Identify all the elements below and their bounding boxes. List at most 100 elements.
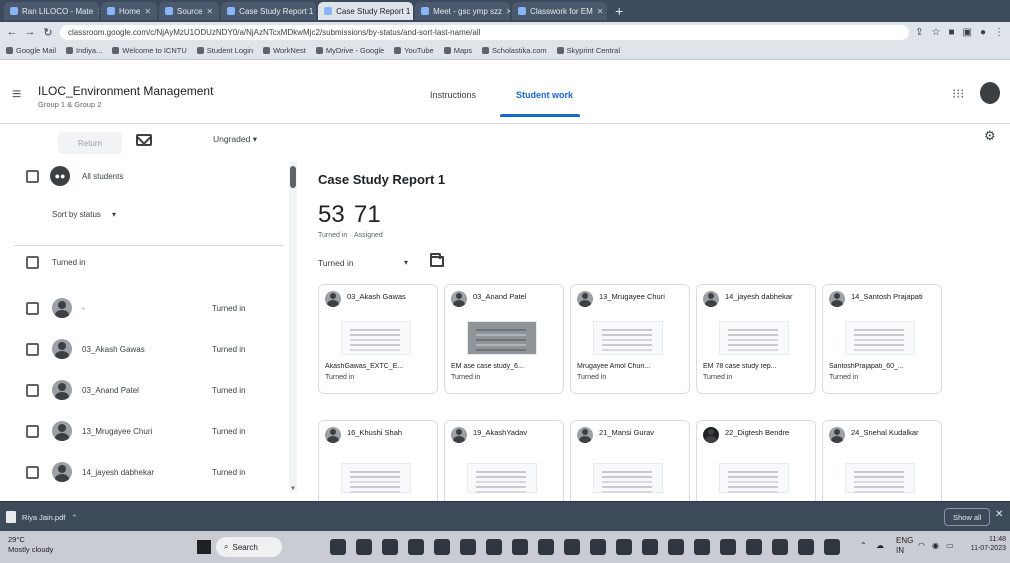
taskbar-app-icon[interactable] (382, 539, 398, 555)
submission-card[interactable]: 16_Khushi Shah (318, 420, 438, 510)
close-icon[interactable]: ✕ (597, 7, 604, 16)
hamburger-menu-icon[interactable]: ≡ (12, 86, 21, 104)
folder-icon[interactable] (430, 253, 444, 267)
bookmark-item[interactable]: Welcome to ICNTU (112, 46, 187, 55)
file-thumbnail[interactable] (719, 321, 789, 355)
bookmark-item[interactable]: MyDrive - Google (315, 46, 384, 55)
taskbar-app-icon[interactable] (486, 539, 502, 555)
submission-card[interactable]: 03_Anand Patel EM ase case study_6... Tu… (444, 284, 564, 394)
profile-icon[interactable]: ● (980, 27, 986, 38)
taskbar-app-icon[interactable] (616, 539, 632, 555)
bookmark-item[interactable]: Skyprint Central (556, 46, 620, 55)
status-filter-dropdown[interactable]: Turned in (318, 258, 354, 268)
file-name[interactable]: AkashGawas_EXTC_E... (325, 363, 433, 370)
back-icon[interactable]: ← (6, 26, 18, 38)
student-checkbox[interactable] (26, 384, 39, 397)
windows-start-icon[interactable] (197, 540, 211, 554)
browser-tab[interactable]: Ran LILOCO - Mate✕ (4, 2, 99, 20)
dropdown-arrow-icon[interactable]: ▾ (404, 258, 408, 267)
submission-card[interactable]: 22_Digtesh Bendre (696, 420, 816, 510)
file-thumbnail[interactable] (467, 463, 537, 493)
sidepanel-icon[interactable]: ▣ (963, 27, 972, 38)
new-tab-icon[interactable]: + (609, 3, 629, 19)
taskbar-app-icon[interactable] (434, 539, 450, 555)
close-icon[interactable]: ✕ (506, 7, 510, 16)
file-name[interactable]: EM ase case study_6... (451, 363, 559, 370)
file-thumbnail[interactable] (341, 321, 411, 355)
bookmark-item[interactable]: Google Mail (6, 46, 56, 55)
file-thumbnail[interactable] (719, 463, 789, 493)
taskbar-app-icon[interactable] (746, 539, 762, 555)
file-name[interactable]: Mrugayee Amol Churi... (577, 363, 685, 370)
sort-dropdown[interactable]: Sort by status ▾ (52, 210, 116, 219)
taskbar-search[interactable]: ⌕ Search (216, 537, 282, 557)
google-apps-icon[interactable]: ⁝⁝⁝ (952, 86, 964, 102)
language-indicator[interactable]: ENG IN (896, 536, 913, 555)
browser-tab-active[interactable]: Case Study Report 1✕ (318, 2, 414, 20)
browser-tab[interactable]: Source ✕ (159, 2, 220, 20)
taskbar-app-icon[interactable] (408, 539, 424, 555)
file-name[interactable]: SantoshPrajapati_60_... (829, 363, 937, 370)
browser-tab[interactable]: Case Study Report 1✕ (221, 2, 317, 20)
file-name[interactable]: EM 78 case study rep... (703, 363, 811, 370)
select-all-checkbox[interactable] (26, 170, 39, 183)
email-icon[interactable] (136, 134, 152, 146)
file-thumbnail[interactable] (593, 463, 663, 493)
scroll-down-icon[interactable]: ▼ (290, 486, 296, 492)
bookmark-star-icon[interactable]: ☆ (931, 27, 940, 38)
taskbar-app-icon[interactable] (694, 539, 710, 555)
taskbar-app-icon[interactable] (798, 539, 814, 555)
file-thumbnail[interactable] (845, 321, 915, 355)
submission-card[interactable]: 19_AkashYadav (444, 420, 564, 510)
grade-filter-dropdown[interactable]: Ungraded ▾ (213, 134, 257, 145)
taskbar-app-icon[interactable] (512, 539, 528, 555)
battery-icon[interactable]: ▭ (946, 541, 954, 550)
scrollbar-track[interactable] (289, 162, 297, 492)
taskbar-app-icon[interactable] (824, 539, 840, 555)
close-icon[interactable]: ✕ (144, 7, 151, 16)
taskbar-app-icon[interactable] (720, 539, 736, 555)
bookmark-item[interactable]: Scholastika.com (482, 46, 547, 55)
submission-card[interactable]: 21_Mansi Gurav (570, 420, 690, 510)
browser-tab[interactable]: Meet - gsc ymp szz ✕ (415, 2, 511, 20)
student-checkbox[interactable] (26, 425, 39, 438)
taskbar-app-icon[interactable] (668, 539, 684, 555)
taskbar-app-icon[interactable] (590, 539, 606, 555)
student-checkbox[interactable] (26, 302, 39, 315)
bookmark-item[interactable]: Indiya... (66, 46, 102, 55)
close-icon[interactable]: ✕ (206, 7, 213, 16)
onedrive-icon[interactable]: ☁ (876, 541, 884, 550)
forward-icon[interactable]: → (24, 26, 36, 38)
taskbar-app-icon[interactable] (772, 539, 788, 555)
share-icon[interactable]: ⇪ (915, 27, 923, 38)
file-thumbnail[interactable] (467, 321, 537, 355)
weather-widget[interactable]: 29°C Mostly cloudy (8, 535, 53, 555)
url-input[interactable]: classroom.google.com/c/NjAyMzU1ODUzNDY0/… (60, 24, 910, 40)
extensions-icon[interactable]: ■ (948, 27, 954, 38)
bookmark-item[interactable]: Maps (443, 46, 472, 55)
taskbar-app-icon[interactable] (538, 539, 554, 555)
file-thumbnail[interactable] (341, 463, 411, 493)
bookmark-item[interactable]: YouTube (394, 46, 434, 55)
bookmark-item[interactable]: WorkNest (263, 46, 306, 55)
settings-icon[interactable]: ⚙ (984, 128, 996, 144)
submission-card[interactable]: 03_Akash Gawas AkashGawas_EXTC_E... Turn… (318, 284, 438, 394)
account-avatar[interactable] (980, 82, 1000, 104)
submission-card[interactable]: 24_Snehal Kudalkar (822, 420, 942, 510)
wifi-icon[interactable]: ◠ (918, 541, 925, 550)
kebab-menu-icon[interactable]: ⋮ (994, 27, 1004, 38)
browser-tab[interactable]: Classwork for EM ✕ (512, 2, 608, 20)
taskbar-app-icon[interactable] (330, 539, 346, 555)
course-title[interactable]: ILOC_Environment Management (38, 84, 213, 98)
submission-card[interactable]: 14_Santosh Prajapati SantoshPrajapati_60… (822, 284, 942, 394)
browser-tab[interactable]: Home ✕ (101, 2, 158, 20)
bookmark-item[interactable]: Student Login (196, 46, 253, 55)
taskbar-clock[interactable]: 11:48 11-07-2023 (964, 535, 1006, 554)
close-icon[interactable]: ✕ (995, 509, 1003, 520)
section-checkbox[interactable] (26, 256, 39, 269)
taskbar-app-icon[interactable] (356, 539, 372, 555)
chevron-up-icon[interactable]: ⌃ (860, 541, 867, 550)
taskbar-app-icon[interactable] (460, 539, 476, 555)
close-icon[interactable]: ✕ (97, 7, 99, 16)
taskbar-app-icon[interactable] (564, 539, 580, 555)
